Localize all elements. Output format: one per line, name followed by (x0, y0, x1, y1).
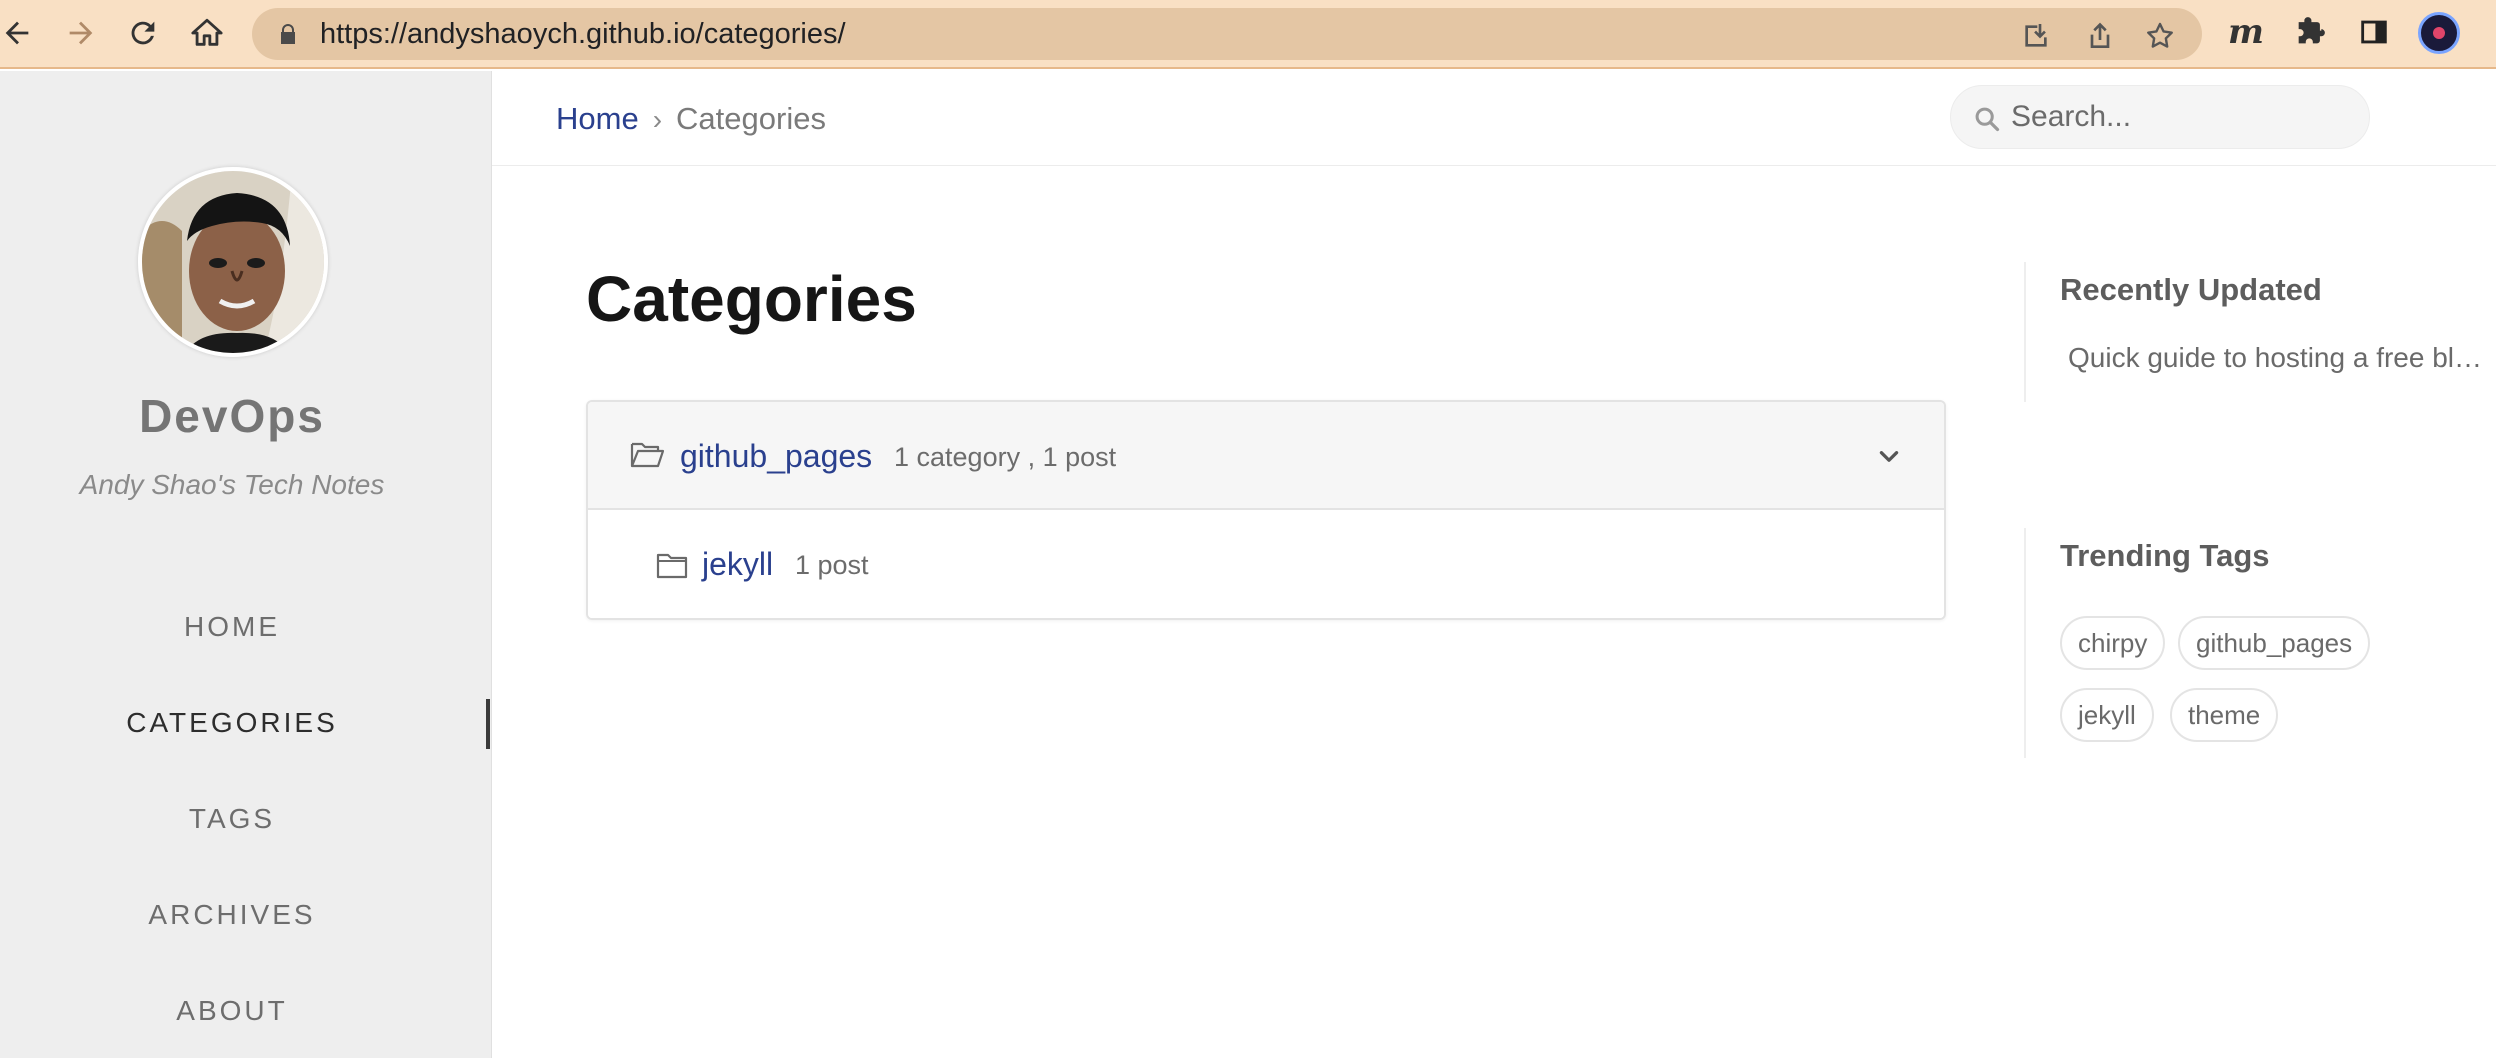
extension-m-label: m (2228, 12, 2264, 52)
trending-tags-title: Trending Tags (2060, 538, 2270, 573)
home-icon (191, 18, 223, 46)
recently-updated-panel: Recently Updated Quick guide to hosting … (2024, 262, 2496, 402)
topbar: Home › Categories (492, 71, 2496, 166)
nav-item-home[interactable]: HOME (0, 611, 464, 643)
tag-chirpy[interactable]: chirpy (2060, 616, 2166, 670)
reload-icon (131, 21, 155, 45)
extensions-puzzle-icon[interactable] (2292, 14, 2328, 50)
nav-item-categories[interactable]: CATEGORIES (0, 707, 464, 739)
back-arrow-icon (5, 21, 29, 45)
avatar-portrait-image (142, 171, 324, 353)
address-bar[interactable]: https://andyshaoych.github.io/categories… (252, 8, 2202, 60)
folder-open-icon (630, 442, 664, 468)
profile-avatar[interactable] (2418, 12, 2460, 54)
breadcrumb-separator: › (652, 104, 663, 135)
tag-jekyll[interactable]: jekyll (2060, 688, 2154, 742)
category-link[interactable]: github_pages (680, 402, 872, 510)
subcategory-link[interactable]: jekyll (702, 510, 773, 618)
nav-item-tags[interactable]: TAGS (0, 803, 464, 835)
url-text: https://andyshaoych.github.io/categories… (320, 8, 846, 60)
category-card: github_pages 1 category , 1 post jekyll … (586, 400, 1946, 620)
search-input[interactable] (2011, 86, 2351, 148)
breadcrumb-home-link[interactable]: Home (556, 101, 639, 136)
nav-item-archives[interactable]: ARCHIVES (0, 899, 464, 931)
search-icon (1975, 107, 2000, 132)
category-header: github_pages 1 category , 1 post (588, 402, 1944, 510)
page-title: Categories (586, 263, 917, 335)
side-panel-icon[interactable] (2356, 14, 2392, 50)
folder-icon (656, 553, 688, 579)
browser-toolbar: https://andyshaoych.github.io/categories… (0, 0, 2496, 69)
breadcrumb: Home › Categories (556, 71, 826, 166)
tag-github-pages[interactable]: github_pages (2178, 616, 2371, 670)
subcategory-row: jekyll 1 post (588, 510, 1944, 618)
chevron-down-icon[interactable] (1876, 444, 1902, 470)
forward-button[interactable] (60, 12, 102, 54)
site-subtitle: Andy Shao's Tech Notes (79, 469, 385, 500)
tag-theme[interactable]: theme (2170, 688, 2279, 742)
recently-updated-title: Recently Updated (2060, 272, 2322, 307)
forward-arrow-icon (69, 21, 93, 45)
nav-item-about[interactable]: ABOUT (0, 995, 464, 1027)
category-meta: 1 category , 1 post (894, 442, 1117, 472)
reload-button[interactable] (122, 12, 164, 54)
nav-active-indicator (486, 699, 490, 749)
site-title[interactable]: DevOps (0, 389, 464, 443)
install-app-icon[interactable] (2020, 20, 2052, 52)
breadcrumb-current: Categories (676, 101, 826, 136)
lock-icon (281, 24, 295, 44)
extension-m-icon[interactable]: m (2228, 14, 2264, 50)
sidebar: DevOps Andy Shao's Tech Notes HOME CATEG… (0, 71, 492, 1058)
share-icon[interactable] (2084, 20, 2116, 52)
subcategory-meta: 1 post (795, 550, 869, 580)
recent-post-link[interactable]: Quick guide to hosting a free blog on Gi… (2068, 342, 2492, 374)
url-path: /categories/ (695, 18, 846, 50)
search-box[interactable] (1950, 85, 2370, 149)
avatar[interactable] (138, 167, 328, 357)
bookmark-star-icon[interactable] (2144, 20, 2176, 52)
back-button[interactable] (0, 12, 38, 54)
home-button[interactable] (186, 12, 228, 54)
url-host: https://andyshaoych.github.io (320, 18, 696, 50)
trending-tags-panel: Trending Tags chirpy github_pages jekyll… (2024, 528, 2496, 758)
